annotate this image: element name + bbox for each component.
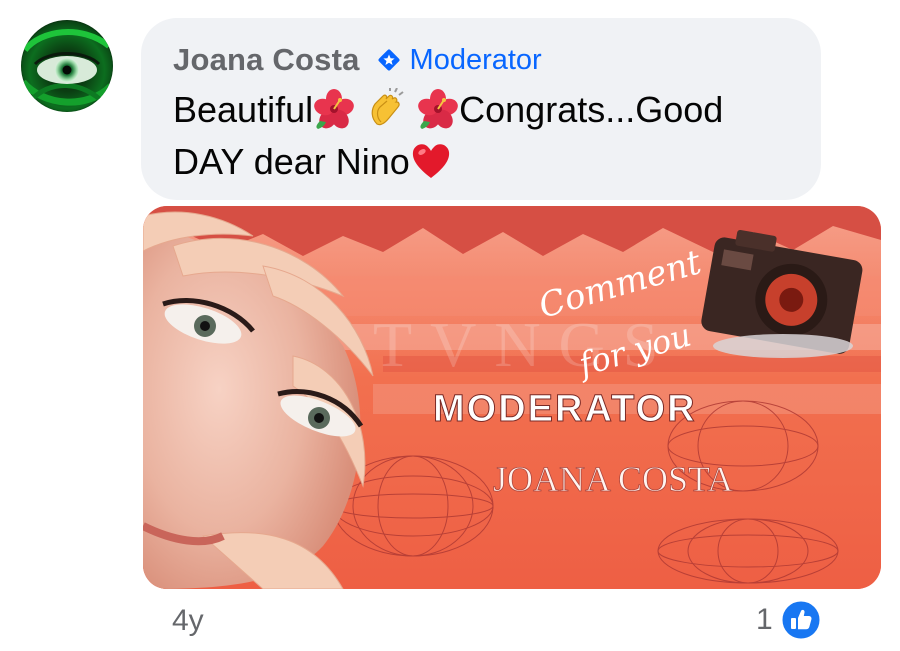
comment-attachment-image[interactable]: TVNGS Comment for you MODERATOR JOANA CO…: [143, 206, 881, 589]
comment-timestamp[interactable]: 4y: [172, 604, 204, 638]
avatar-eye-image: [21, 29, 113, 106]
moderator-banner-graphic: TVNGS Comment for you MODERATOR JOANA CO…: [143, 206, 881, 589]
comment-text: Beautiful Congrats...Good DAY dear Nino: [173, 84, 813, 188]
comment-word-congrats: Congrats...Good: [459, 89, 724, 130]
moderator-shield-icon: [378, 49, 400, 71]
like-thumb-icon: [781, 600, 821, 640]
author-name[interactable]: Joana Costa: [173, 42, 360, 78]
comment-line-2: DAY dear Nino: [173, 141, 410, 182]
author-row: Joana Costa Moderator: [173, 40, 542, 80]
moderator-badge[interactable]: Moderator: [374, 43, 542, 77]
clapping-hands-emoji: [371, 88, 404, 126]
comment-bubble: Joana Costa Moderator Beautiful Congrats…: [141, 18, 821, 200]
banner-moderator-title: MODERATOR: [433, 388, 697, 430]
comment-thread: Joana Costa Moderator Beautiful Congrats…: [0, 0, 900, 651]
red-heart-emoji: [412, 144, 449, 178]
comment-word-beautiful: Beautiful: [173, 89, 314, 130]
hibiscus-emoji: [314, 89, 354, 129]
reaction-count: 1: [756, 603, 773, 636]
moderator-label: Moderator: [409, 43, 542, 76]
hibiscus-emoji: [418, 89, 458, 129]
avatar[interactable]: [21, 20, 113, 112]
banner-name-text: JOANA COSTA: [493, 459, 733, 499]
reaction-summary[interactable]: 1: [756, 600, 821, 640]
